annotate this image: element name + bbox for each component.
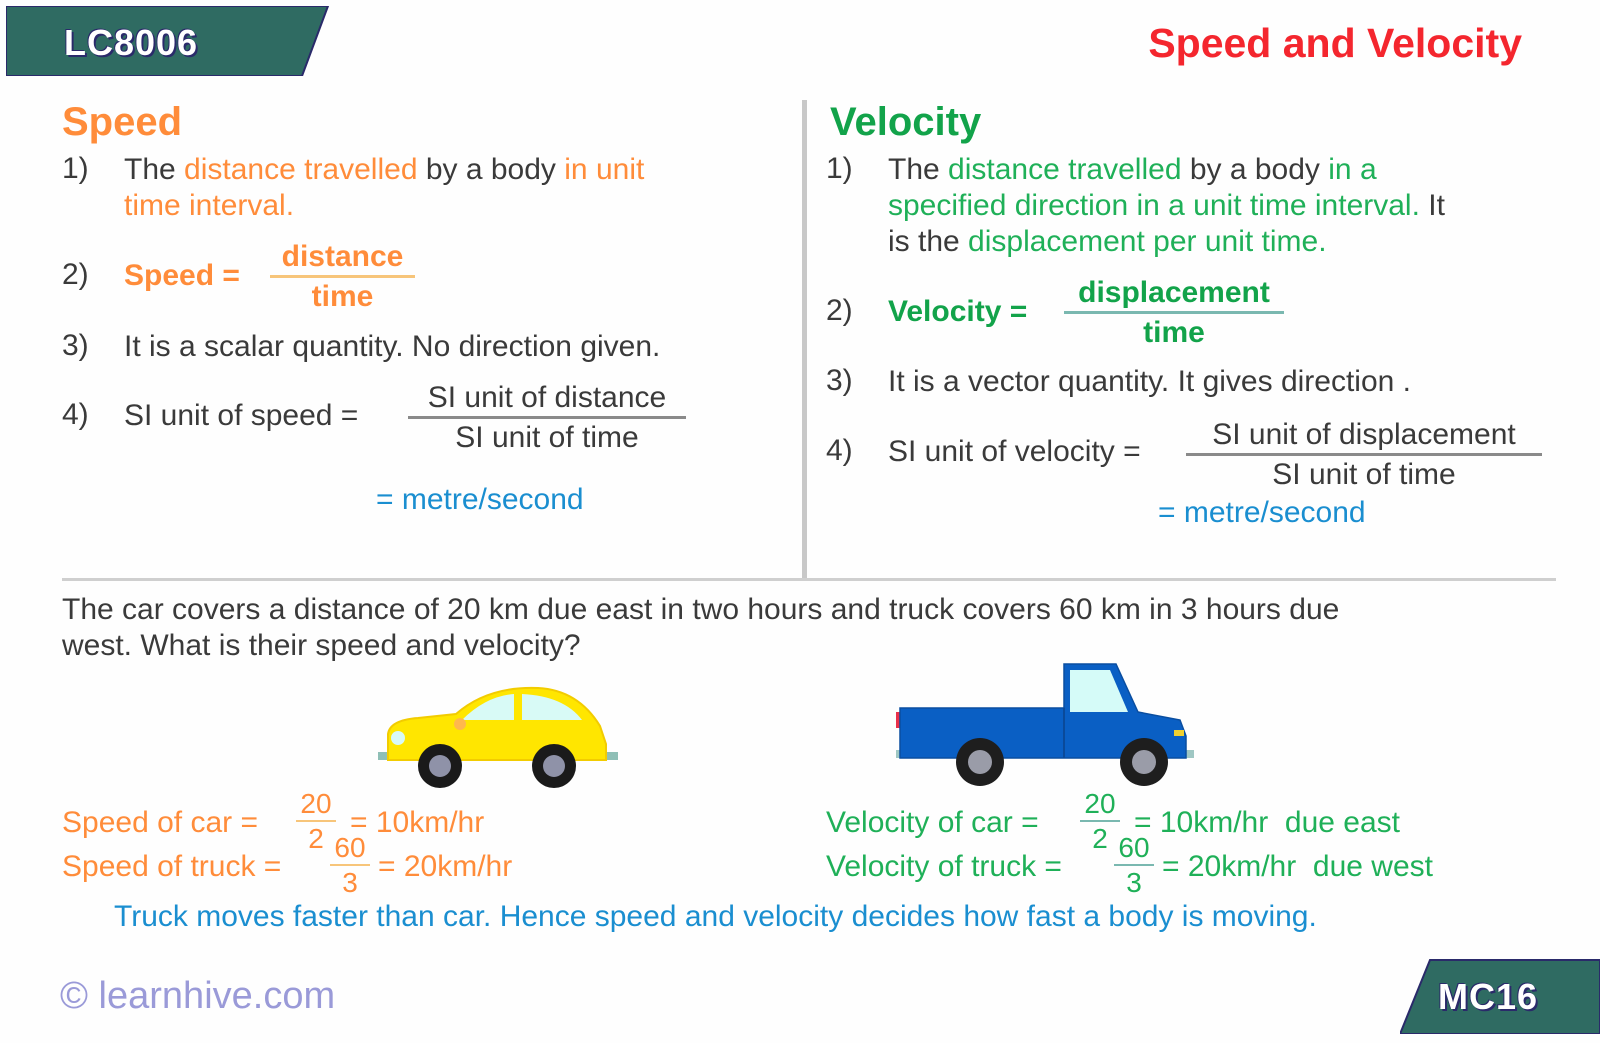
speed-item-4-number: 4) xyxy=(62,398,89,431)
highlight-distance-travelled: distance travelled xyxy=(184,153,418,186)
fraction-numerator: SI unit of distance xyxy=(427,381,667,414)
speed-scalar-text: It is a scalar quantity. No direction gi… xyxy=(124,330,661,363)
lesson-code-tag: LC8006 xyxy=(6,6,336,76)
fraction-numerator: 60 xyxy=(1118,832,1150,863)
fraction-denominator: SI unit of time xyxy=(455,421,639,454)
velocity-car-result: = 10km/hr due east xyxy=(1134,806,1400,839)
speed-formula-fraction: distance time xyxy=(270,240,415,314)
speed-truck-fraction: 60 3 xyxy=(330,834,370,897)
speed-car-label: Speed of car = xyxy=(62,806,258,839)
text: It xyxy=(1419,189,1445,222)
speed-truck-result: = 20km/hr xyxy=(378,850,513,883)
speed-item-3-number: 3) xyxy=(62,329,89,362)
highlight-in-unit: in unit xyxy=(564,153,645,186)
text: The xyxy=(888,153,949,186)
copyright-text: © learnhive.com xyxy=(60,975,336,1017)
highlight-displacement: displacement per unit time. xyxy=(968,225,1327,258)
fraction-denominator: 3 xyxy=(342,867,358,898)
car-hubcap-rear xyxy=(429,755,451,777)
velocity-truck-fraction: 60 3 xyxy=(1114,834,1154,897)
velocity-vector-text: It is a vector quantity. It gives direct… xyxy=(888,365,1412,398)
speed-si-result: = metre/second xyxy=(376,483,584,516)
velocity-truck-label: Velocity of truck = xyxy=(826,850,1062,883)
fraction-bar xyxy=(408,416,686,419)
fraction-numerator: 20 xyxy=(300,788,332,819)
car-handle xyxy=(454,718,466,730)
speed-item-1-number: 1) xyxy=(62,152,89,185)
car-icon xyxy=(378,686,618,788)
fraction-denominator: time xyxy=(1143,316,1205,349)
velocity-item-4-number: 4) xyxy=(826,434,853,467)
velocity-car-label: Velocity of car = xyxy=(826,806,1039,839)
speed-formula-label: Speed = xyxy=(124,259,240,292)
speed-si-label: SI unit of speed = xyxy=(124,399,359,432)
fraction-denominator: SI unit of time xyxy=(1272,458,1456,491)
speed-item-2-number: 2) xyxy=(62,258,89,291)
velocity-item-3-number: 3) xyxy=(826,364,853,397)
fraction-numerator: 20 xyxy=(1084,788,1116,819)
problem-line-1: The car covers a distance of 20 km due e… xyxy=(62,593,1340,626)
speed-definition: The distance travelled by a body in unit… xyxy=(124,152,764,224)
velocity-item-1-number: 1) xyxy=(826,152,853,185)
fraction-bar xyxy=(270,275,415,278)
highlight-specified-direction: specified direction in a unit time inter… xyxy=(888,189,1420,222)
velocity-si-fraction: SI unit of displacement SI unit of time xyxy=(1186,418,1542,492)
fraction-bar xyxy=(296,820,336,822)
text: by a body xyxy=(1181,153,1329,186)
speed-car-result: = 10km/hr xyxy=(350,806,485,839)
text: The xyxy=(124,153,185,186)
fraction-denominator: 3 xyxy=(1126,867,1142,898)
text: by a body xyxy=(417,153,565,186)
velocity-definition: The distance travelled by a body in a sp… xyxy=(888,152,1568,260)
truck-headlight xyxy=(1174,730,1184,736)
fraction-denominator: time xyxy=(311,280,374,313)
page-title: Speed and Velocity xyxy=(1148,20,1522,66)
velocity-heading: Velocity xyxy=(830,100,982,144)
velocity-item-2-number: 2) xyxy=(826,294,853,327)
conclusion-text: Truck moves faster than car. Hence speed… xyxy=(114,900,1317,933)
highlight-time-interval: time interval. xyxy=(124,189,295,222)
velocity-truck-result: = 20km/hr due west xyxy=(1162,850,1433,883)
fraction-numerator: SI unit of displacement xyxy=(1212,418,1516,451)
velocity-formula-fraction: displacement time xyxy=(1064,276,1284,350)
section-divider xyxy=(62,578,1556,581)
fraction-numerator: distance xyxy=(281,240,404,273)
highlight-distance-travelled: distance travelled xyxy=(948,153,1182,186)
text: is the xyxy=(888,225,969,258)
problem-statement: The car covers a distance of 20 km due e… xyxy=(62,592,1582,664)
truck-hubcap-rear xyxy=(968,750,992,774)
velocity-si-result: = metre/second xyxy=(1158,496,1366,529)
speed-truck-label: Speed of truck = xyxy=(62,850,282,883)
problem-line-2: west. What is their speed and velocity? xyxy=(62,629,581,662)
lesson-code: LC8006 xyxy=(64,22,199,63)
speed-si-fraction: SI unit of distance SI unit of time xyxy=(408,381,686,455)
car-light xyxy=(391,731,405,745)
truck-icon xyxy=(896,663,1194,786)
fraction-bar xyxy=(1114,864,1154,866)
fraction-numerator: 60 xyxy=(334,832,366,863)
velocity-si-label: SI unit of velocity = xyxy=(888,435,1141,468)
highlight-in-a: in a xyxy=(1328,153,1377,186)
page-code: MC16 xyxy=(1438,976,1539,1017)
fraction-bar xyxy=(1186,453,1542,456)
fraction-bar xyxy=(1080,820,1120,822)
truck-hubcap-front xyxy=(1132,750,1156,774)
column-divider xyxy=(802,100,807,580)
page-code-tag: MC16 xyxy=(1400,958,1600,1034)
fraction-bar xyxy=(1064,311,1284,314)
fraction-numerator: displacement xyxy=(1078,276,1270,309)
velocity-formula-label: Velocity = xyxy=(888,295,1028,328)
fraction-bar xyxy=(330,864,370,866)
speed-heading: Speed xyxy=(62,100,183,144)
car-hubcap-front xyxy=(543,755,565,777)
